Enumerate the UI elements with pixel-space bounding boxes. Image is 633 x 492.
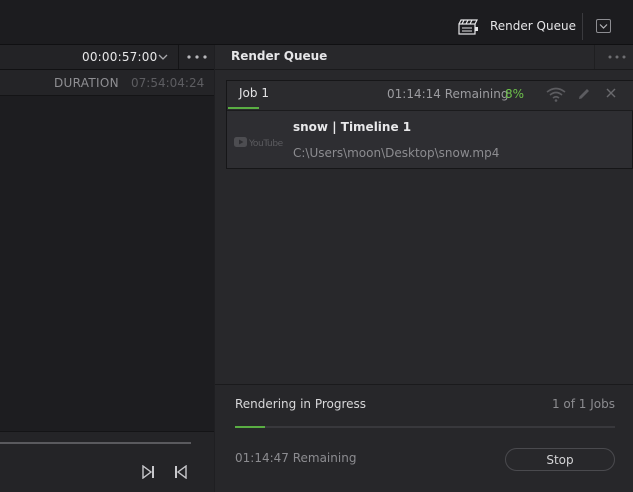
render-queue-header: Render Queue (215, 45, 633, 70)
davinci-deliver-page: Render Queue 00:00:57:00 DURATION 07:54:… (0, 0, 633, 492)
toolbar-divider (582, 13, 583, 40)
job-card-body: YouTube snow | Timeline 1 C:\Users\moon\… (227, 111, 633, 169)
more-options-icon[interactable] (608, 55, 626, 59)
render-queue-toggle-label[interactable]: Render Queue (490, 19, 576, 33)
more-options-icon[interactable] (187, 55, 207, 59)
timeline-panel: 00:00:57:00 DURATION 07:54:04:24 (0, 45, 214, 492)
job-name: snow | Timeline 1 (293, 120, 412, 134)
job-count: 1 of 1 Jobs (551, 397, 615, 411)
job-card-header: Job 1 01:14:14 Remaining 8% (227, 81, 633, 111)
duration-row: DURATION 07:54:04:24 (0, 70, 214, 96)
next-frame-icon[interactable] (141, 465, 155, 479)
timeline-panel-header: 00:00:57:00 (0, 45, 214, 70)
close-icon[interactable] (606, 88, 616, 98)
render-queue-title: Render Queue (231, 49, 328, 63)
timecode-display: 00:00:57:00 (82, 50, 158, 64)
chevron-down-icon (599, 24, 608, 29)
render-time-remaining: 01:14:47 Remaining (235, 451, 357, 465)
job-tab-indicator (228, 107, 259, 109)
header-divider (178, 45, 179, 69)
chevron-down-icon[interactable] (157, 52, 169, 62)
render-job-card[interactable]: Job 1 01:14:14 Remaining 8% YouTube snow… (226, 80, 633, 169)
job-tab-label[interactable]: Job 1 (239, 86, 269, 100)
svg-text:YouTube: YouTube (248, 139, 284, 148)
pencil-icon[interactable] (577, 87, 591, 101)
duration-label: DURATION (54, 76, 119, 90)
render-progress-bar (235, 426, 615, 428)
render-progress-fill (235, 426, 266, 428)
job-time-remaining: 01:14:14 Remaining (387, 87, 509, 101)
render-queue-clapper-icon[interactable] (458, 18, 479, 35)
render-status-footer: Rendering in Progress 1 of 1 Jobs 01:14:… (215, 384, 633, 492)
duration-value: 07:54:04:24 (131, 76, 205, 90)
stop-button[interactable]: Stop (505, 448, 615, 471)
render-queue-panel: Render Queue Job 1 01:14:14 Remaining 8% (215, 45, 633, 492)
transport-controls (0, 431, 214, 492)
header-divider (594, 45, 595, 69)
timeline-viewer-area[interactable] (0, 96, 214, 431)
playhead-scrubber[interactable] (0, 442, 191, 444)
wifi-icon[interactable] (546, 87, 566, 102)
youtube-logo: YouTube (234, 137, 284, 148)
render-status-label: Rendering in Progress (235, 397, 367, 411)
panel-menu-button[interactable] (596, 19, 611, 33)
job-output-path: C:\Users\moon\Desktop\snow.mp4 (293, 146, 500, 160)
top-toolbar: Render Queue (0, 0, 633, 45)
previous-frame-icon[interactable] (174, 465, 188, 479)
job-percent-complete: 8% (505, 87, 525, 101)
